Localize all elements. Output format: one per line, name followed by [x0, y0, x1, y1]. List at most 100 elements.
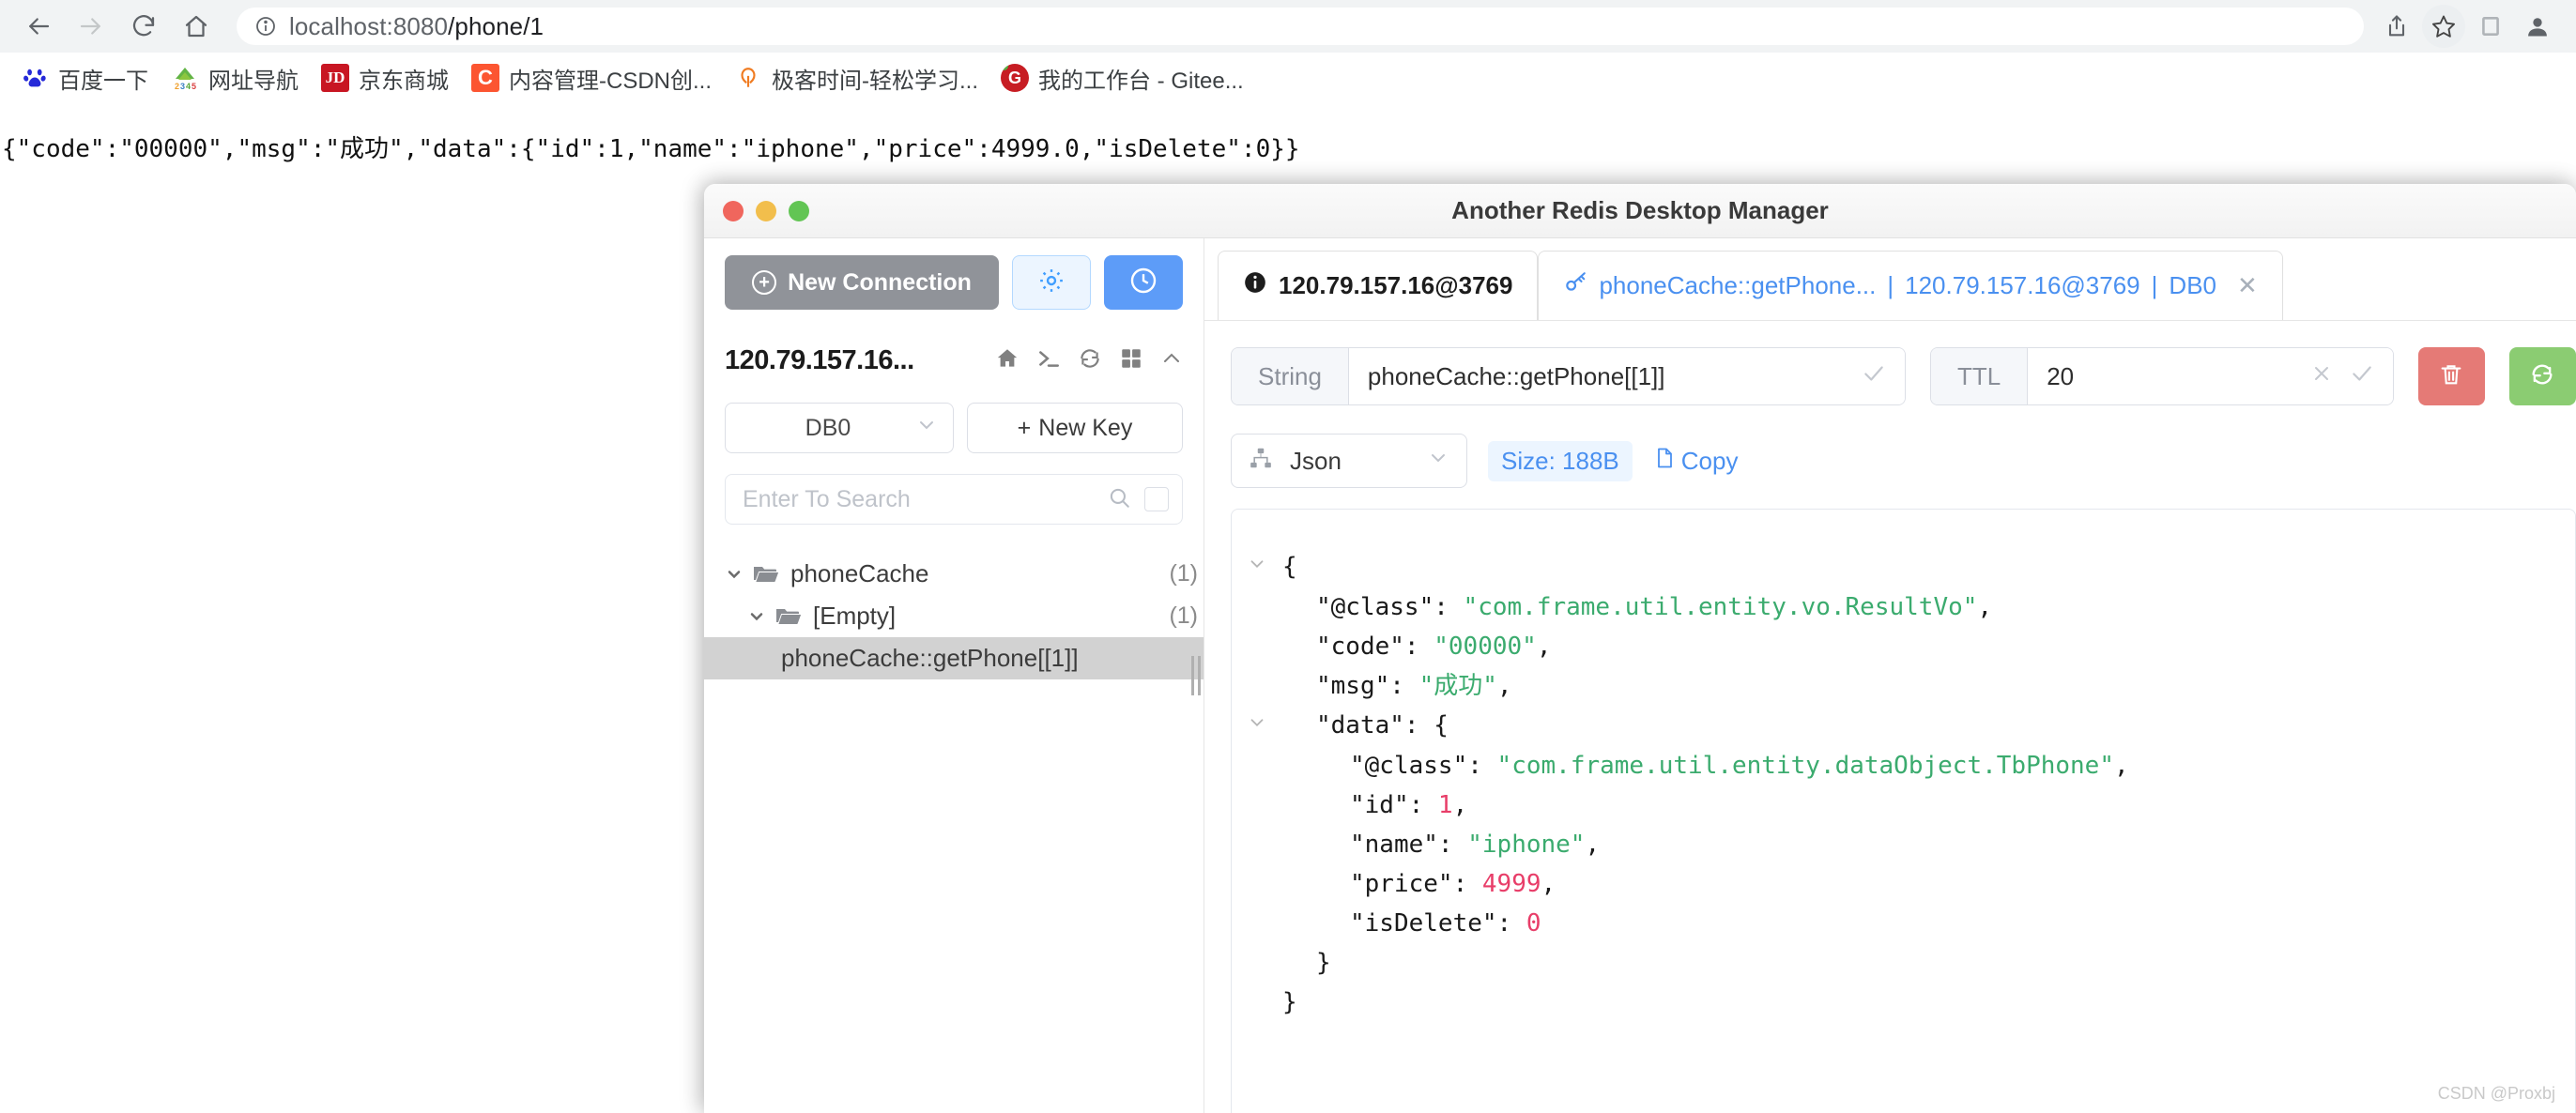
svg-text:5: 5 — [192, 82, 196, 91]
share-icon[interactable] — [2375, 5, 2418, 48]
settings-button[interactable] — [1012, 255, 1091, 310]
home-icon[interactable] — [995, 346, 1020, 375]
search-box[interactable] — [725, 474, 1183, 525]
tab-separator-1: | — [1887, 271, 1894, 299]
site-info-icon[interactable] — [253, 14, 278, 38]
chevron-down-icon[interactable] — [1232, 707, 1282, 746]
json-token: "price": — [1350, 870, 1482, 898]
json-token: "@class": — [1316, 593, 1464, 621]
home-button[interactable] — [175, 5, 218, 48]
bookmark-csdn[interactable]: C 内容管理-CSDN创... — [460, 59, 723, 97]
chevron-down-icon[interactable] — [725, 565, 747, 584]
jd-icon: JD — [321, 64, 349, 92]
close-icon[interactable] — [2310, 362, 2333, 391]
database-row: DB0 + New Key — [725, 403, 1183, 453]
close-icon[interactable]: ✕ — [2237, 271, 2258, 300]
tab-server-info[interactable]: 120.79.157.16@3769 — [1218, 251, 1539, 320]
back-button[interactable] — [17, 5, 60, 48]
bookmark-geekbang[interactable]: 极客时间-轻松学习... — [723, 59, 989, 97]
sidebar-toggle-icon[interactable] — [2469, 5, 2512, 48]
json-viewer[interactable]: {"@class": "com.frame.util.entity.vo.Res… — [1231, 509, 2576, 1113]
json-token: , — [1536, 633, 1552, 661]
connection-name: 120.79.157.16... — [725, 345, 914, 375]
size-badge: Size: 188B — [1488, 440, 1633, 481]
json-token: , — [1977, 593, 1993, 621]
reload-button[interactable] — [122, 5, 165, 48]
json-line: "msg": "成功", — [1232, 666, 2575, 706]
bookmark-hao2345[interactable]: 2345 网址导航 — [160, 59, 310, 97]
clock-icon — [1128, 266, 1158, 300]
chevron-up-icon[interactable] — [1160, 347, 1183, 374]
json-token: , — [1452, 791, 1468, 819]
tree-node-key-selected[interactable]: phoneCache::getPhone[[1]] — [704, 637, 1204, 679]
tab-bar: 120.79.157.16@3769 phoneCache::getPhone.… — [1204, 238, 2576, 321]
refresh-key-button[interactable] — [2508, 347, 2576, 405]
forward-button[interactable] — [69, 5, 113, 48]
new-key-button[interactable]: + New Key — [967, 403, 1183, 453]
key-tree: phoneCache (1) [Empty] (1) phoneCache::g… — [704, 553, 1204, 679]
history-button[interactable] — [1104, 255, 1183, 310]
tab-db: DB0 — [2169, 271, 2216, 299]
exact-match-checkbox[interactable] — [1144, 487, 1169, 511]
tree-node-empty[interactable]: [Empty] (1) — [704, 595, 1204, 637]
chevron-down-icon[interactable] — [1232, 548, 1282, 587]
key-editor-row: String phoneCache::getPhone[[1]] TTL 20 — [1204, 321, 2576, 405]
csdn-icon: C — [471, 64, 499, 92]
json-token: "msg": — [1316, 672, 1419, 700]
app-body: + New Connection 120.79.157.16... DB0 + … — [704, 238, 2576, 1113]
json-line-text: } — [1282, 943, 1331, 983]
delete-key-button[interactable] — [2417, 347, 2485, 405]
window-title: Another Redis Desktop Manager — [1451, 196, 1829, 224]
check-icon[interactable] — [2350, 361, 2374, 392]
bookmark-gitee[interactable]: G 我的工作台 - Gitee... — [989, 59, 1255, 97]
info-icon — [1243, 270, 1267, 301]
search-icon[interactable] — [1107, 485, 1131, 514]
chevron-down-icon[interactable] — [747, 607, 770, 626]
tab-key-detail[interactable]: phoneCache::getPhone... | 120.79.157.16@… — [1538, 251, 2283, 320]
json-line: "code": "00000", — [1232, 627, 2575, 666]
grid-icon[interactable] — [1119, 346, 1143, 375]
copy-button[interactable]: Copy — [1653, 446, 1738, 477]
browser-toolbar: localhost:8080/phone/1 — [0, 0, 2576, 53]
check-icon[interactable] — [1862, 361, 1886, 392]
panel-splitter[interactable] — [1188, 238, 1204, 1113]
profile-avatar-icon[interactable] — [2516, 5, 2559, 48]
json-number-value: 4999 — [1481, 870, 1541, 898]
connections-sidebar: + New Connection 120.79.157.16... DB0 + … — [704, 238, 1204, 1113]
terminal-icon[interactable] — [1036, 346, 1061, 375]
tab-key-name: phoneCache::getPhone... — [1599, 271, 1877, 299]
connection-header[interactable]: 120.79.157.16... — [725, 345, 1183, 376]
json-token: "code": — [1316, 633, 1434, 661]
key-name-value: phoneCache::getPhone[[1]] — [1367, 361, 1665, 390]
trash-icon — [2438, 361, 2464, 392]
key-name-group: String phoneCache::getPhone[[1]] — [1231, 347, 1906, 405]
ttl-group: TTL 20 — [1929, 347, 2394, 405]
ttl-value: 20 — [2047, 361, 2075, 390]
database-select[interactable]: DB0 — [725, 403, 954, 453]
chevron-down-icon — [915, 414, 938, 443]
ttl-input[interactable]: 20 — [2028, 348, 2393, 404]
refresh-icon[interactable] — [1078, 346, 1102, 375]
tree-node-phonecache[interactable]: phoneCache (1) — [704, 553, 1204, 595]
bookmark-label: 极客时间-轻松学习... — [772, 68, 978, 94]
bookmark-jd[interactable]: JD 京东商城 — [310, 59, 460, 97]
app-titlebar: Another Redis Desktop Manager — [704, 184, 2576, 238]
new-connection-button[interactable]: + New Connection — [725, 255, 999, 310]
bookmark-star-icon[interactable] — [2422, 5, 2465, 48]
json-line: } — [1232, 943, 2575, 983]
baidu-icon — [21, 64, 49, 92]
json-line-text: } — [1282, 983, 1297, 1022]
chevron-down-icon — [1427, 447, 1449, 476]
address-bar[interactable]: localhost:8080/phone/1 — [237, 8, 2364, 45]
search-input[interactable] — [743, 485, 1107, 513]
json-line-text: "@class": "com.frame.util.entity.dataObj… — [1282, 746, 2129, 785]
bookmark-label: 我的工作台 - Gitee... — [1038, 68, 1244, 94]
bookmark-baidu[interactable]: 百度一下 — [9, 59, 160, 97]
key-type-label: String — [1232, 348, 1349, 404]
database-select-value: DB0 — [805, 414, 851, 441]
json-line: "@class": "com.frame.util.entity.vo.Resu… — [1232, 587, 2575, 627]
url-host: localhost:8080 — [289, 11, 449, 40]
key-name-input[interactable]: phoneCache::getPhone[[1]] — [1348, 348, 1905, 404]
bookmark-label: 百度一下 — [58, 68, 148, 94]
format-select[interactable]: Json — [1231, 434, 1467, 488]
